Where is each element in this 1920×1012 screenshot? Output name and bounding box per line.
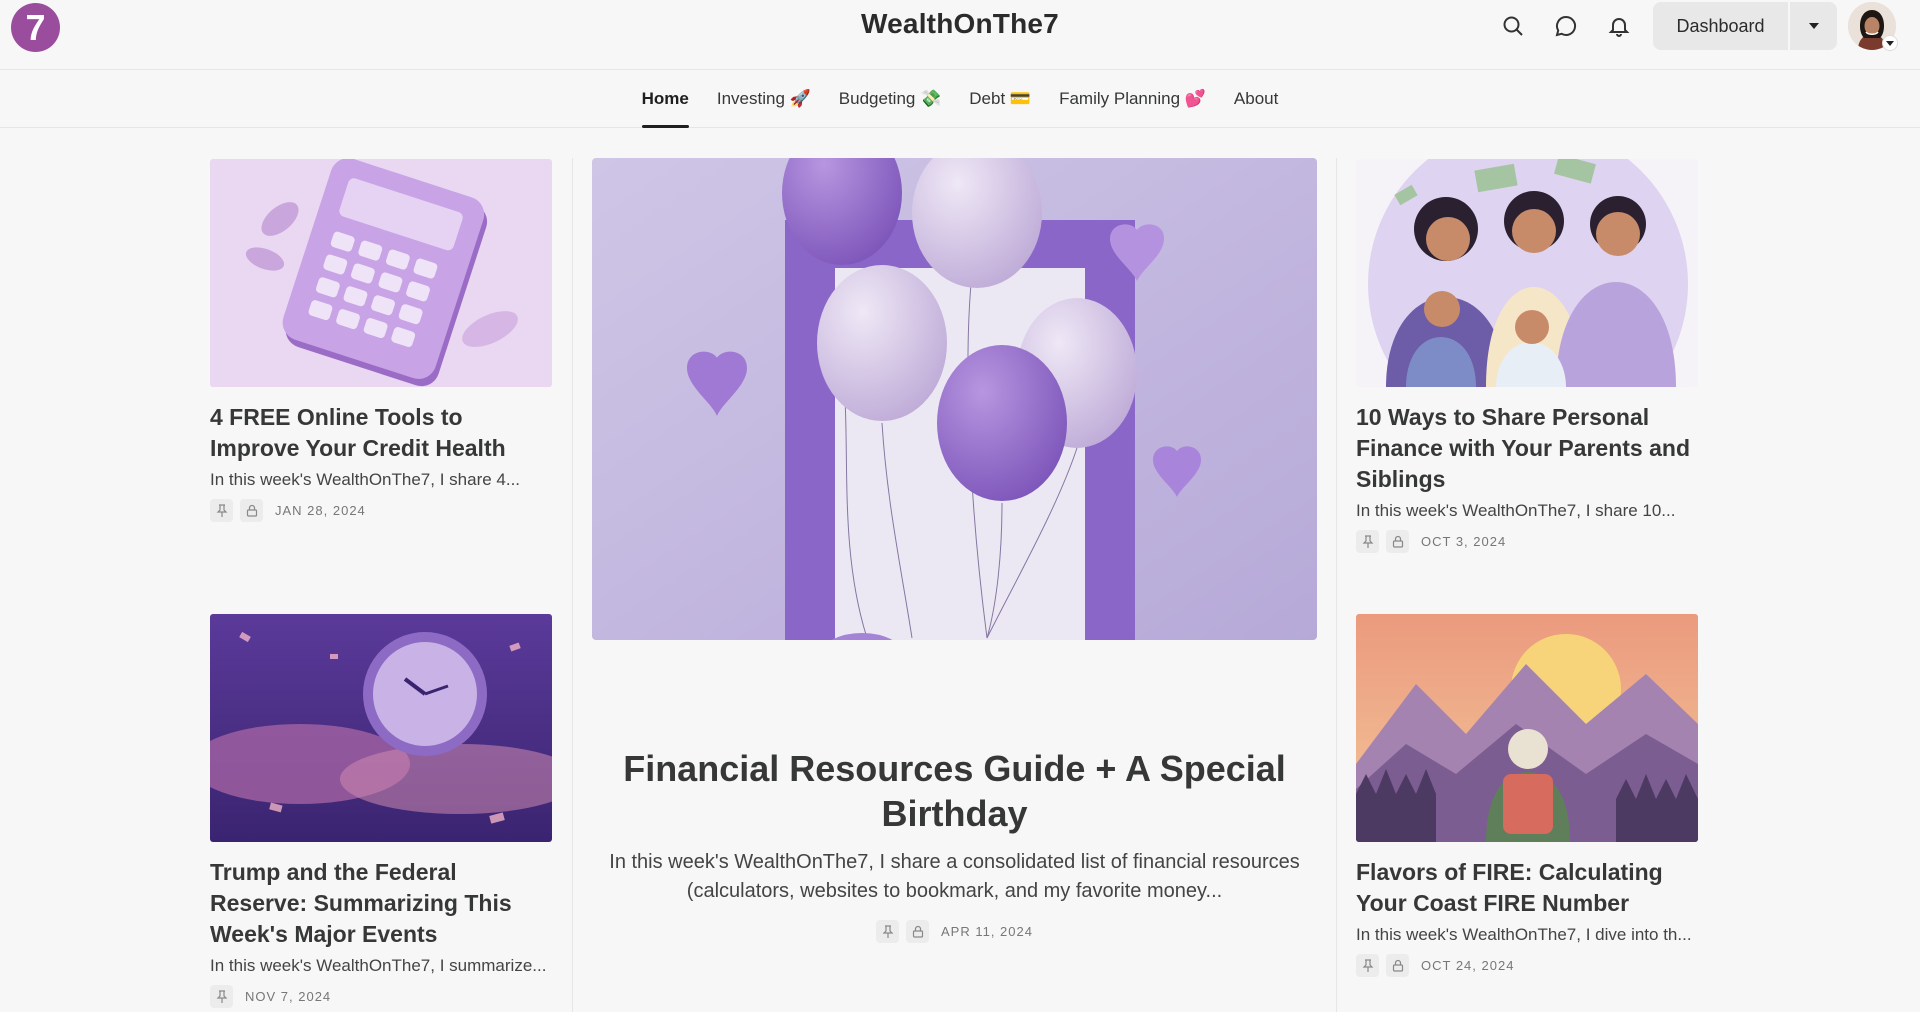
post-meta: JAN 28, 2024 bbox=[210, 499, 552, 522]
lock-icon bbox=[1386, 954, 1409, 977]
post-date: OCT 24, 2024 bbox=[1421, 958, 1515, 973]
post-date: APR 11, 2024 bbox=[941, 924, 1033, 939]
post-date: OCT 3, 2024 bbox=[1421, 534, 1507, 549]
post-date: JAN 28, 2024 bbox=[275, 503, 366, 518]
nav-tab-budgeting[interactable]: Budgeting 💸 bbox=[825, 70, 955, 127]
post-thumbnail-calculator[interactable] bbox=[210, 159, 552, 387]
lock-icon bbox=[1386, 530, 1409, 553]
pin-icon bbox=[210, 499, 233, 522]
featured-post[interactable]: Financial Resources Guide + A Special Bi… bbox=[592, 158, 1317, 943]
column-divider bbox=[1336, 158, 1337, 1012]
chat-icon[interactable] bbox=[1552, 12, 1580, 40]
category-nav: Home Investing 🚀 Budgeting 💸 Debt 💳 Fami… bbox=[0, 70, 1920, 128]
post-meta: OCT 3, 2024 bbox=[1356, 530, 1698, 553]
featured-post-image-balloons[interactable] bbox=[592, 158, 1317, 640]
pin-icon bbox=[210, 985, 233, 1008]
post-meta: OCT 24, 2024 bbox=[1356, 954, 1698, 977]
nav-tab-family-planning[interactable]: Family Planning 💕 bbox=[1045, 70, 1220, 127]
post-title[interactable]: 4 FREE Online Tools to Improve Your Cred… bbox=[210, 402, 552, 464]
pin-icon bbox=[876, 920, 899, 943]
post-meta: NOV 7, 2024 bbox=[210, 985, 552, 1008]
column-divider bbox=[572, 158, 573, 1012]
post-thumbnail-clock[interactable] bbox=[210, 614, 552, 842]
post-subtitle: In this week's WealthOnThe7, I share 10.… bbox=[1356, 501, 1676, 520]
post-thumbnail-family[interactable] bbox=[1356, 159, 1698, 387]
lock-icon bbox=[240, 499, 263, 522]
account-menu-caret-icon[interactable] bbox=[1883, 36, 1897, 50]
dashboard-dropdown-button[interactable] bbox=[1790, 2, 1837, 50]
bell-icon[interactable] bbox=[1605, 12, 1633, 40]
dashboard-button-group: Dashboard bbox=[1653, 2, 1837, 50]
featured-post-title[interactable]: Financial Resources Guide + A Special Bi… bbox=[592, 746, 1317, 836]
post-subtitle: In this week's WealthOnThe7, I dive into… bbox=[1356, 925, 1692, 944]
lock-icon bbox=[906, 920, 929, 943]
post-title[interactable]: Trump and the Federal Reserve: Summarizi… bbox=[210, 857, 552, 950]
post-thumbnail-mountains[interactable] bbox=[1356, 614, 1698, 842]
search-icon[interactable] bbox=[1499, 12, 1527, 40]
post-title[interactable]: 10 Ways to Share Personal Finance with Y… bbox=[1356, 402, 1698, 495]
nav-tab-debt[interactable]: Debt 💳 bbox=[955, 70, 1045, 127]
post-card[interactable]: Flavors of FIRE: Calculating Your Coast … bbox=[1356, 614, 1698, 977]
caret-down-icon bbox=[1808, 23, 1819, 29]
nav-tab-investing[interactable]: Investing 🚀 bbox=[703, 70, 825, 127]
post-title[interactable]: Flavors of FIRE: Calculating Your Coast … bbox=[1356, 857, 1698, 919]
pin-icon bbox=[1356, 954, 1379, 977]
nav-tab-about[interactable]: About bbox=[1220, 70, 1292, 127]
post-card[interactable]: 10 Ways to Share Personal Finance with Y… bbox=[1356, 159, 1698, 553]
post-card[interactable]: 4 FREE Online Tools to Improve Your Cred… bbox=[210, 159, 552, 522]
nav-tab-home[interactable]: Home bbox=[628, 70, 703, 128]
top-header: 7 WealthOnThe7 Dashboard bbox=[0, 0, 1920, 70]
dashboard-button[interactable]: Dashboard bbox=[1653, 2, 1788, 50]
post-date: NOV 7, 2024 bbox=[245, 989, 332, 1004]
featured-post-subtitle: In this week's WealthOnThe7, I share a c… bbox=[609, 851, 1300, 902]
pin-icon bbox=[1356, 530, 1379, 553]
post-card[interactable]: Trump and the Federal Reserve: Summarizi… bbox=[210, 614, 552, 1008]
post-subtitle: In this week's WealthOnThe7, I summarize… bbox=[210, 956, 547, 975]
post-meta: APR 11, 2024 bbox=[592, 920, 1317, 943]
post-subtitle: In this week's WealthOnThe7, I share 4..… bbox=[210, 470, 521, 489]
